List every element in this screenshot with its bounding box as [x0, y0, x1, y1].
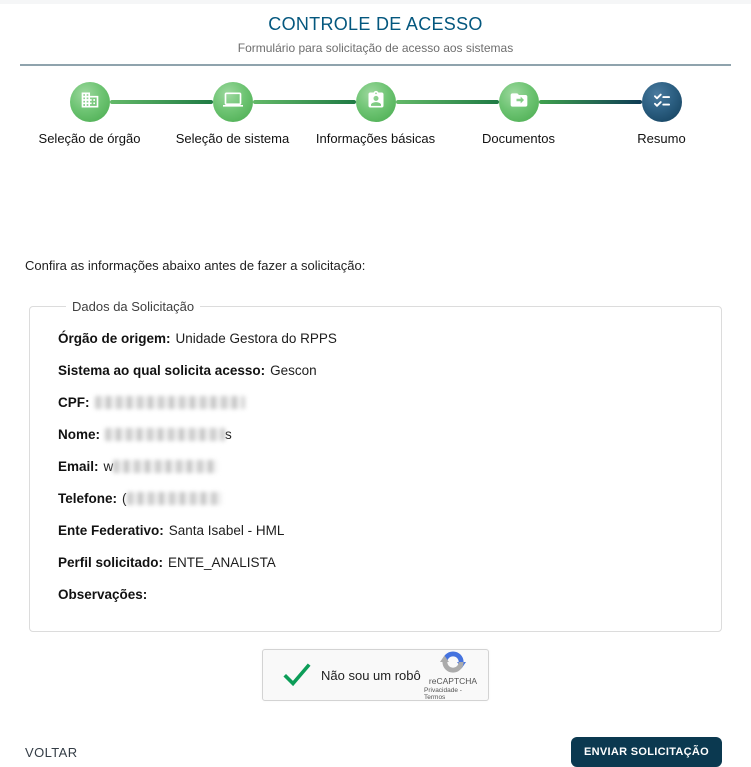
field-label: Nome: — [58, 427, 101, 442]
building-icon — [80, 90, 100, 115]
field-value: Gescon — [270, 363, 317, 378]
field-perfil-solicitado: Perfil solicitado: ENTE_ANALISTA — [58, 555, 693, 570]
field-label: Observações: — [58, 587, 148, 602]
wizard-stepper: Seleção de órgão Seleção de sistema Info… — [18, 66, 733, 192]
page-top-edge — [0, 0, 751, 4]
field-value-prefix: ( — [122, 491, 127, 506]
summary-legend: Dados da Solicitação — [72, 299, 195, 314]
field-telefone: Telefone: ( — [58, 491, 693, 506]
step-documentos: Documentos — [447, 82, 590, 146]
stepper-connector — [395, 100, 499, 104]
redacted-value — [94, 396, 245, 409]
laptop-icon — [222, 90, 243, 115]
recaptcha-checkbox-checked[interactable] — [283, 662, 311, 688]
page-title: CONTROLE DE ACESSO — [268, 14, 483, 34]
recaptcha-logo-icon — [440, 649, 466, 675]
page-subtitle: Formulário para solicitação de acesso ao… — [237, 41, 514, 55]
step-circle-selecao-de-sistema[interactable] — [212, 82, 253, 122]
field-value-prefix: w — [103, 459, 114, 474]
step-label: Documentos — [482, 131, 555, 146]
recaptcha-label: Não sou um robô — [321, 667, 421, 683]
field-orgao-de-origem: Órgão de origem: Unidade Gestora do RPPS — [58, 331, 693, 346]
checklist-icon — [652, 90, 672, 115]
redacted-value — [126, 492, 222, 505]
field-value: Unidade Gestora do RPPS — [175, 331, 337, 346]
step-label: Resumo — [637, 131, 686, 146]
step-selecao-de-orgao: Seleção de órgão — [18, 82, 161, 146]
step-label: Seleção de sistema — [175, 131, 290, 146]
field-label: Órgão de origem: — [58, 331, 171, 346]
redacted-value — [105, 428, 226, 441]
stepper-connector — [252, 100, 356, 104]
stepper-connector — [109, 100, 213, 104]
step-circle-resumo[interactable] — [641, 82, 682, 122]
step-label: Informações básicas — [315, 131, 436, 146]
instruction-text: Confira as informações abaixo antes de f… — [25, 258, 366, 273]
step-selecao-de-sistema: Seleção de sistema — [161, 82, 304, 146]
field-email: Email: w — [58, 459, 693, 474]
stepper-connector — [538, 100, 642, 104]
field-value: Santa Isabel - HML — [168, 523, 285, 538]
field-cpf: CPF: — [58, 395, 693, 410]
step-circle-selecao-de-orgao[interactable] — [69, 82, 110, 122]
step-resumo: Resumo — [590, 82, 733, 146]
recaptcha-branding: reCAPTCHA Privacidade - Termos — [424, 649, 482, 701]
summary-fieldset: Dados da Solicitação Órgão de origem: Uni… — [29, 299, 722, 632]
field-label: Telefone: — [58, 491, 118, 506]
folder-move-icon — [509, 90, 529, 115]
step-informacoes-basicas: Informações básicas — [304, 82, 447, 146]
field-label: CPF: — [58, 395, 90, 410]
field-nome: Nome: s — [58, 427, 693, 442]
field-label: Perfil solicitado: — [58, 555, 164, 570]
field-label: Ente Federativo: — [58, 523, 164, 538]
footer-actions: VOLTAR ENVIAR SOLICITAÇÃO — [25, 737, 722, 767]
field-label: Email: — [58, 459, 99, 474]
field-label: Sistema ao qual solicita acesso: — [58, 363, 266, 378]
voltar-button[interactable]: VOLTAR — [25, 745, 77, 760]
redacted-value — [113, 460, 219, 473]
field-observacoes: Observações: — [58, 587, 693, 602]
step-circle-documentos[interactable] — [498, 82, 539, 122]
recaptcha-brand-text: reCAPTCHA — [428, 676, 478, 686]
recaptcha-widget: Não sou um robô reCAPTCHA Privacidade - … — [262, 649, 489, 701]
enviar-solicitacao-button[interactable]: ENVIAR SOLICITAÇÃO — [571, 737, 722, 767]
field-value-suffix: s — [225, 427, 232, 442]
field-ente-federativo: Ente Federativo: Santa Isabel - HML — [58, 523, 693, 538]
step-label: Seleção de órgão — [38, 131, 141, 146]
field-value: ENTE_ANALISTA — [168, 555, 276, 570]
step-circle-informacoes-basicas[interactable] — [355, 82, 396, 122]
field-sistema: Sistema ao qual solicita acesso: Gescon — [58, 363, 693, 378]
person-badge-icon — [366, 90, 386, 115]
